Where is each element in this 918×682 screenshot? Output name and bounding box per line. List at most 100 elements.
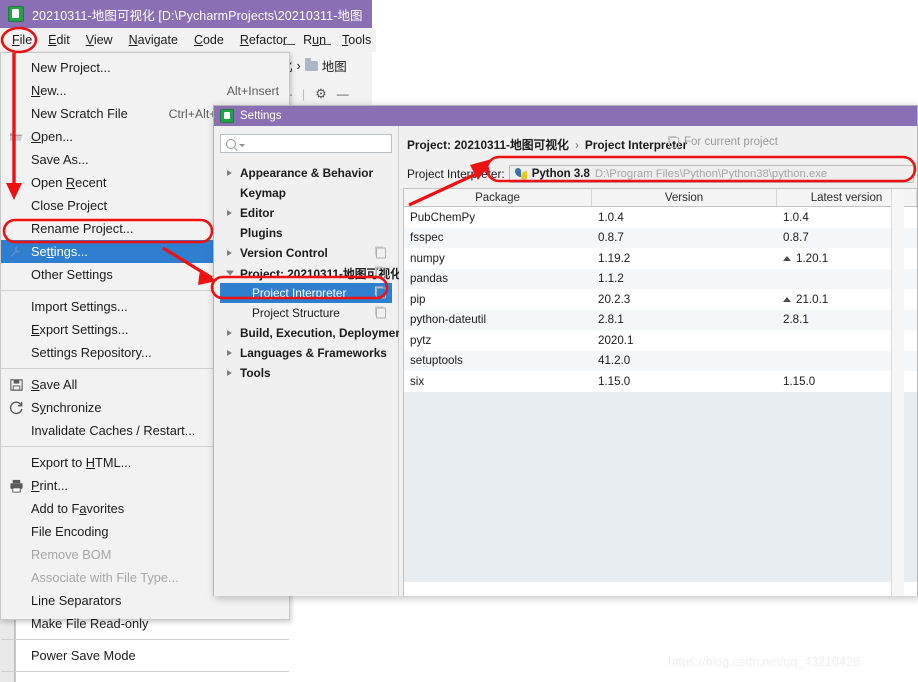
sidebar-item-build-execution-deployment[interactable]: Build, Execution, Deployment — [220, 323, 392, 343]
menu-label: Import Settings... — [31, 299, 128, 314]
cell-version: 1.0.4 — [592, 207, 777, 228]
hide-icon[interactable]: — — [337, 87, 349, 101]
sidebar-item-project[interactable]: Project: 20210311-地图可视化 — [220, 263, 392, 283]
settings-breadcrumb: Project: 20210311-地图可视化 › Project Interp… — [407, 136, 917, 153]
save-icon — [9, 377, 24, 392]
menu-edit[interactable]: Edit — [40, 31, 78, 49]
menu-label: Line Separators — [31, 593, 121, 608]
pycharm-icon — [8, 6, 24, 22]
cell-package: pandas — [404, 269, 592, 290]
cell-version: 1.19.2 — [592, 248, 777, 269]
menu-item-power-save-mode[interactable]: Power Save Mode — [1, 644, 289, 667]
project-interpreter-select[interactable]: Python 3.8 D:\Program Files\Python\Pytho… — [509, 165, 914, 183]
ide-window-buttons[interactable] — [283, 44, 363, 54]
cell-latest-version: 1.0.4 — [783, 211, 809, 224]
menu-item-make-file-read-only[interactable]: Make File Read-only — [1, 612, 289, 635]
settings-dialog[interactable]: Settings Appearance & Behavior Keymap — [213, 105, 918, 596]
copy-icon — [376, 288, 386, 299]
printer-icon — [9, 478, 24, 493]
table-row[interactable]: setuptools 41.2.0 — [404, 351, 917, 372]
menu-item-new[interactable]: New... Alt+Insert — [1, 79, 289, 102]
packages-table-header: Package Version Latest version — [404, 189, 917, 207]
menu-label: Export Settings... — [31, 322, 128, 337]
upgrade-available-icon — [783, 256, 791, 261]
menu-navigate[interactable]: Navigate — [121, 31, 186, 49]
sidebar-item-appearance-behavior[interactable]: Appearance & Behavior — [220, 163, 392, 183]
chevron-right-icon[interactable] — [227, 210, 232, 216]
ide-titlebar: 20210311-地图可视化 [D:\PycharmProjects\20210… — [0, 0, 372, 28]
maximize-icon[interactable] — [319, 44, 331, 45]
menu-item-exit[interactable]: Exit — [1, 676, 289, 682]
cell-version: 1.15.0 — [592, 371, 777, 392]
sidebar-item-tools[interactable]: Tools — [220, 363, 392, 383]
table-row[interactable]: PubChemPy 1.0.4 1.0.4 — [404, 207, 917, 228]
menu-label: Add to Favorites — [31, 501, 124, 516]
chevron-right-icon[interactable] — [227, 370, 232, 376]
menu-file[interactable]: File — [4, 31, 40, 49]
settings-tree[interactable]: Appearance & Behavior Keymap Editor Plug… — [220, 163, 392, 383]
packages-table[interactable]: Package Version Latest version PubChemPy… — [403, 188, 917, 596]
python-icon — [515, 168, 527, 180]
menu-label: New Project... — [31, 60, 111, 75]
sidebar-item-label: Languages & Frameworks — [240, 346, 387, 360]
menu-label: Save As... — [31, 152, 89, 167]
table-row[interactable]: numpy 1.19.2 1.20.1 — [404, 248, 917, 269]
table-row[interactable]: pytz 2020.1 — [404, 330, 917, 351]
chevron-right-icon[interactable] — [227, 330, 232, 336]
chevron-down-icon[interactable] — [239, 144, 245, 147]
sidebar-item-label: Appearance & Behavior — [240, 166, 373, 180]
interpreter-name: Python 3.8 — [532, 168, 590, 180]
sidebar-item-languages-frameworks[interactable]: Languages & Frameworks — [220, 343, 392, 363]
sidebar-item-plugins[interactable]: Plugins — [220, 223, 392, 243]
sidebar-item-label: Editor — [240, 206, 274, 220]
menu-label: Open Recent — [31, 175, 106, 190]
cell-package: python-dateutil — [404, 310, 592, 331]
column-header-package[interactable]: Package — [404, 189, 592, 206]
menu-label: New Scratch File — [31, 106, 128, 121]
wrench-icon — [9, 244, 24, 259]
settings-main-panel: Project: 20210311-地图可视化 › Project Interp… — [399, 126, 917, 596]
menu-label: Invalidate Caches / Restart... — [31, 423, 195, 438]
interpreter-path: D:\Program Files\Python\Python38\python.… — [595, 168, 827, 180]
cell-package: six — [404, 371, 592, 392]
menu-view[interactable]: View — [78, 31, 121, 49]
menu-separator — [1, 639, 289, 640]
menu-label: Synchronize — [31, 400, 101, 415]
cell-version: 20.2.3 — [592, 289, 777, 310]
menu-item-new-project[interactable]: New Project... — [1, 56, 289, 79]
table-row[interactable]: fsspec 0.8.7 0.8.7 — [404, 228, 917, 249]
column-header-version[interactable]: Version — [592, 189, 777, 206]
menu-separator — [1, 671, 289, 672]
chevron-right-icon[interactable] — [227, 350, 232, 356]
ide-toolstrip[interactable]: — | ⚙ — — [280, 82, 372, 106]
sidebar-item-editor[interactable]: Editor — [220, 203, 392, 223]
cell-package: pytz — [404, 330, 592, 351]
menu-label: Make File Read-only — [31, 616, 148, 631]
sidebar-item-project-structure[interactable]: Project Structure — [220, 303, 392, 323]
table-row[interactable]: pandas 1.1.2 — [404, 269, 917, 290]
upgrade-available-icon — [783, 297, 791, 302]
menu-label: Settings Repository... — [31, 345, 152, 360]
minimize-icon[interactable] — [283, 44, 295, 45]
breadcrumb: 化 › 地图 — [280, 56, 347, 75]
table-row[interactable]: six 1.15.0 1.15.0 — [404, 371, 917, 392]
pycharm-icon — [220, 109, 234, 123]
table-row[interactable]: pip 20.2.3 21.0.1 — [404, 289, 917, 310]
settings-dialog-titlebar: Settings — [214, 106, 917, 126]
chevron-right-icon[interactable] — [227, 250, 232, 256]
sidebar-item-project-interpreter[interactable]: Project Interpreter — [220, 283, 392, 303]
sidebar-item-version-control[interactable]: Version Control — [220, 243, 392, 263]
menu-label: Open... — [31, 129, 73, 144]
chevron-down-icon[interactable] — [226, 271, 234, 276]
sidebar-item-keymap[interactable]: Keymap — [220, 183, 392, 203]
search-input[interactable] — [220, 134, 392, 153]
packages-table-empty-area — [404, 392, 917, 582]
table-row[interactable]: python-dateutil 2.8.1 2.8.1 — [404, 310, 917, 331]
breadcrumb-folder: 地图 — [322, 56, 347, 75]
menu-code[interactable]: Code — [186, 31, 232, 49]
sidebar-item-label: Tools — [240, 366, 271, 380]
packages-table-scrollbar[interactable] — [891, 189, 904, 596]
refresh-icon — [9, 400, 24, 415]
gear-icon[interactable]: ⚙ — [315, 86, 327, 102]
chevron-right-icon[interactable] — [227, 170, 232, 176]
